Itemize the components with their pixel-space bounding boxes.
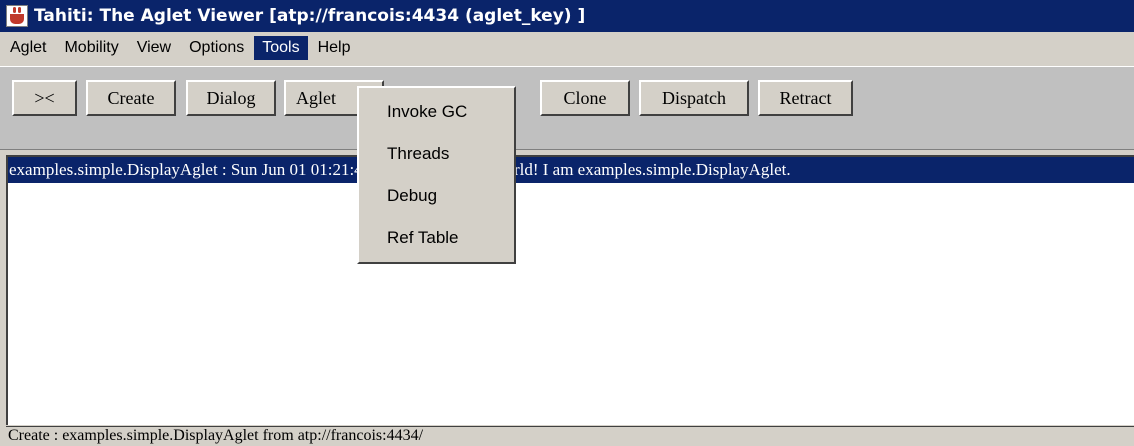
clone-button[interactable]: Clone <box>540 80 630 116</box>
menu-aglet[interactable]: Aglet <box>2 36 54 60</box>
title-bar: Tahiti: The Aglet Viewer [atp://francois… <box>0 0 1134 32</box>
menu-tools[interactable]: Tools <box>254 36 308 60</box>
menu-view[interactable]: View <box>129 36 179 60</box>
toolbar: >< Create Dialog Aglet Clone Dispatch Re… <box>0 66 1134 150</box>
message-line-selected[interactable]: examples.simple.DisplayAglet : Sun Jun 0… <box>8 157 1134 183</box>
retract-button[interactable]: Retract <box>758 80 853 116</box>
dispatch-button[interactable]: Dispatch <box>639 80 749 116</box>
window-title: Tahiti: The Aglet Viewer [atp://francois… <box>34 6 586 26</box>
status-bar: Create : examples.simple.DisplayAglet fr… <box>6 426 1134 446</box>
menu-item-threads[interactable]: Threads <box>387 142 449 166</box>
menu-mobility[interactable]: Mobility <box>56 36 126 60</box>
status-text: Create : examples.simple.DisplayAglet fr… <box>8 427 424 444</box>
menu-item-invoke-gc[interactable]: Invoke GC <box>387 100 467 124</box>
tools-dropdown-menu: Invoke GC Threads Debug Ref Table <box>357 86 516 264</box>
menu-bar: Aglet Mobility View Options Tools Help <box>0 33 1134 63</box>
create-button[interactable]: Create <box>86 80 176 116</box>
java-cup-icon <box>6 5 28 27</box>
menu-options[interactable]: Options <box>181 36 252 60</box>
menu-item-ref-table[interactable]: Ref Table <box>387 226 459 250</box>
dialog-button[interactable]: Dialog <box>186 80 276 116</box>
menu-item-debug[interactable]: Debug <box>387 184 437 208</box>
toggle-button[interactable]: >< <box>12 80 77 116</box>
message-list[interactable]: examples.simple.DisplayAglet : Sun Jun 0… <box>6 155 1134 425</box>
menu-help[interactable]: Help <box>310 36 359 60</box>
